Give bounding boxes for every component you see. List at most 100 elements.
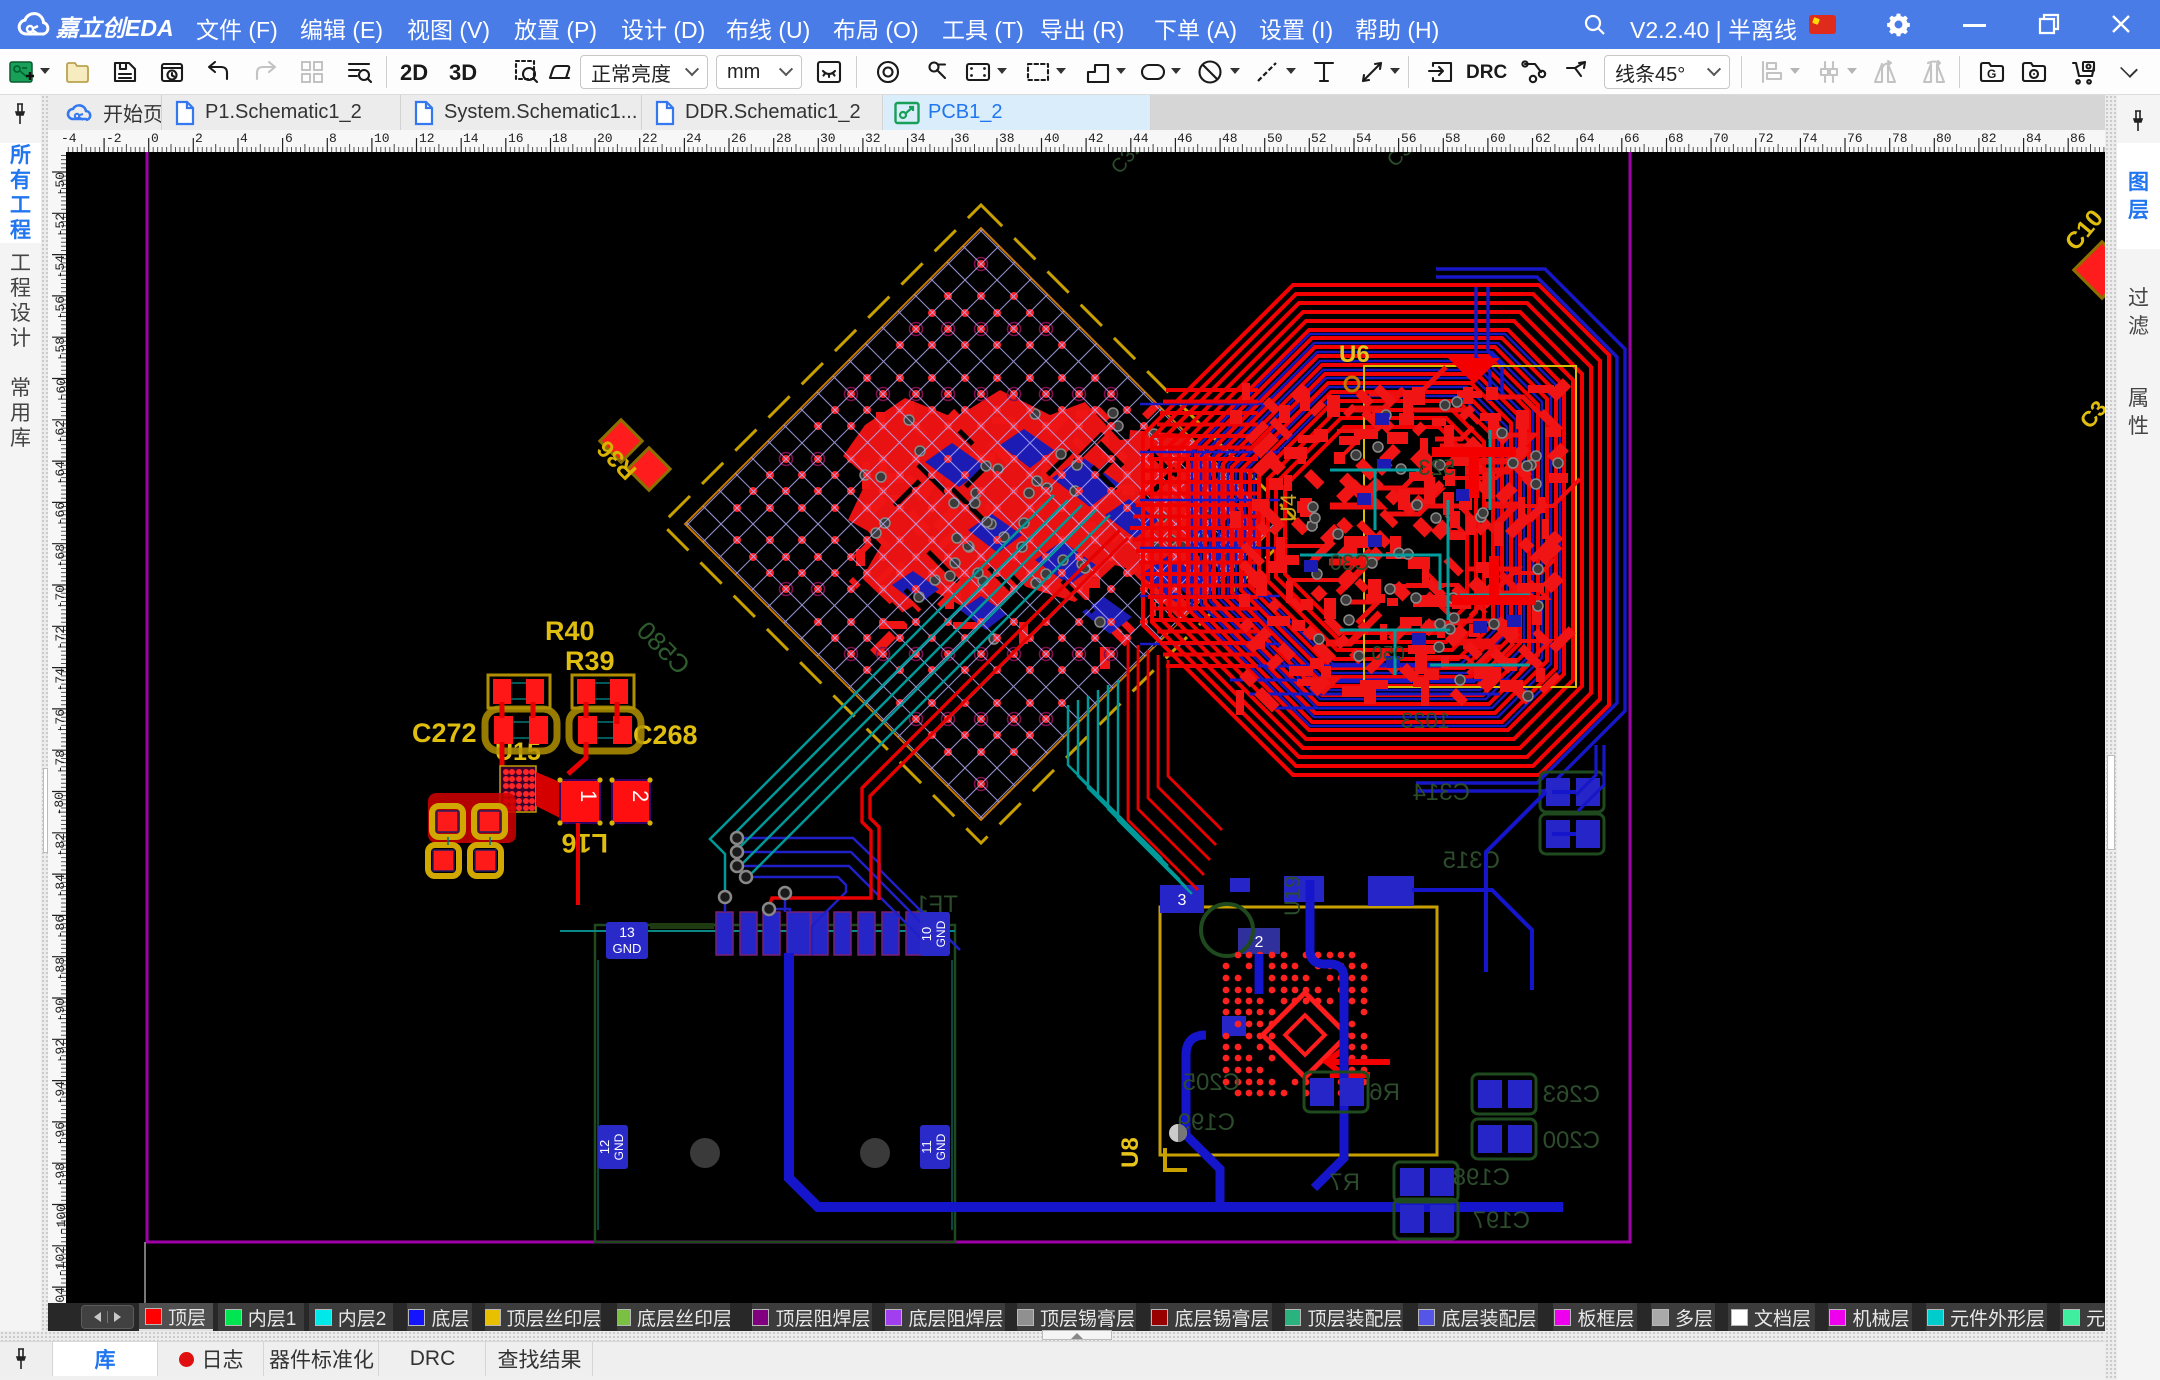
- svg-text:C263: C263: [1543, 1081, 1600, 1108]
- svg-text:8: 8: [329, 131, 337, 146]
- svg-text:13: 13: [619, 924, 635, 940]
- svg-text:-50: -50: [53, 172, 66, 195]
- svg-text:U19: U19: [1280, 876, 1305, 916]
- svg-text:10: 10: [374, 131, 390, 146]
- svg-text:-70: -70: [53, 585, 66, 608]
- svg-text:20: 20: [597, 131, 613, 146]
- svg-text:74: 74: [1802, 131, 1818, 146]
- svg-text:U6: U6: [1339, 341, 1370, 368]
- svg-text:-72: -72: [53, 626, 66, 649]
- svg-text:C197: C197: [1473, 1207, 1530, 1234]
- svg-text:-54: -54: [53, 255, 66, 279]
- svg-text:4: 4: [240, 131, 248, 146]
- svg-text:12: 12: [419, 131, 435, 146]
- svg-text:2: 2: [628, 790, 653, 802]
- svg-text:12: 12: [597, 1140, 612, 1154]
- svg-text:-56: -56: [53, 296, 66, 319]
- svg-text:58: 58: [1445, 131, 1461, 146]
- svg-text:22: 22: [642, 131, 658, 146]
- svg-text:C580: C580: [631, 615, 696, 680]
- svg-text:-82: -82: [53, 833, 66, 856]
- svg-text:-92: -92: [53, 1039, 66, 1062]
- svg-text:86: 86: [2070, 131, 2086, 146]
- svg-text:-98: -98: [53, 1163, 66, 1186]
- svg-text:80: 80: [1936, 131, 1952, 146]
- svg-text:-102: -102: [53, 1246, 66, 1277]
- svg-text:-52: -52: [53, 213, 66, 236]
- svg-text:62: 62: [1535, 131, 1551, 146]
- svg-text:-58: -58: [53, 337, 66, 360]
- svg-text:GND: GND: [934, 920, 948, 947]
- svg-text:72: 72: [1758, 131, 1774, 146]
- svg-text:R40: R40: [545, 616, 595, 646]
- svg-text:16: 16: [508, 131, 524, 146]
- svg-text:R6: R6: [1369, 1079, 1400, 1106]
- svg-text:38: 38: [999, 131, 1015, 146]
- svg-text:84: 84: [2026, 131, 2042, 146]
- svg-text:-88: -88: [53, 957, 66, 980]
- svg-text:18: 18: [552, 131, 568, 146]
- svg-text:C200: C200: [1543, 1127, 1600, 1154]
- svg-text:C314: C314: [1413, 779, 1470, 806]
- svg-text:R7: R7: [1329, 1169, 1360, 1196]
- svg-text:70: 70: [1713, 131, 1729, 146]
- svg-text:78: 78: [1892, 131, 1908, 146]
- svg-text:1023: 1023: [1401, 708, 1450, 733]
- svg-text:14: 14: [463, 131, 479, 146]
- svg-text:-68: -68: [53, 544, 66, 567]
- svg-text:L16: L16: [561, 828, 608, 858]
- svg-text:C34: C34: [1383, 152, 1425, 172]
- svg-text:42: 42: [1088, 131, 1104, 146]
- svg-text:34: 34: [910, 131, 926, 146]
- svg-text:10: 10: [919, 927, 934, 941]
- svg-text:-84: -84: [53, 874, 66, 898]
- svg-text:82: 82: [1981, 131, 1997, 146]
- svg-text:24: 24: [686, 131, 702, 146]
- svg-text:50: 50: [1267, 131, 1283, 146]
- svg-text:C272: C272: [412, 718, 477, 748]
- svg-text:GND: GND: [612, 1133, 626, 1160]
- svg-text:-64: -64: [53, 461, 66, 485]
- svg-text:28: 28: [776, 131, 792, 146]
- svg-text:GND: GND: [934, 1133, 948, 1160]
- svg-text:-78: -78: [53, 750, 66, 773]
- svg-text:G: G: [1987, 67, 1996, 81]
- svg-text:11: 11: [919, 1140, 934, 1154]
- svg-text:36: 36: [954, 131, 970, 146]
- svg-text:40: 40: [1044, 131, 1060, 146]
- svg-text:54: 54: [1356, 131, 1372, 146]
- svg-text:-104: -104: [53, 1287, 66, 1303]
- svg-text:C3: C3: [2075, 396, 2105, 434]
- svg-text:C205: C205: [1183, 1069, 1240, 1096]
- svg-text:-94: -94: [53, 1081, 66, 1105]
- svg-text:32: 32: [865, 131, 881, 146]
- svg-text:46: 46: [1177, 131, 1193, 146]
- svg-text:GND: GND: [613, 941, 642, 956]
- svg-text:-96: -96: [53, 1122, 66, 1145]
- svg-text:48: 48: [1222, 131, 1238, 146]
- svg-text:C30: C30: [1330, 550, 1370, 575]
- svg-text:-100: -100: [54, 1204, 66, 1235]
- svg-text:-90: -90: [53, 998, 66, 1021]
- svg-text:-80: -80: [52, 792, 66, 815]
- svg-text:-60: -60: [54, 378, 66, 401]
- svg-text:6: 6: [285, 131, 293, 146]
- svg-text:C320: C320: [1107, 152, 1155, 178]
- svg-text:30: 30: [820, 131, 836, 146]
- svg-text:26: 26: [731, 131, 747, 146]
- svg-text:76: 76: [1847, 131, 1863, 146]
- svg-text:64: 64: [1579, 131, 1595, 146]
- svg-text:60: 60: [1490, 131, 1506, 146]
- svg-text:C198: C198: [1453, 1164, 1510, 1191]
- svg-text:68: 68: [1668, 131, 1684, 146]
- svg-text:1: 1: [576, 790, 601, 802]
- svg-text:-76: -76: [53, 709, 66, 732]
- svg-text:0: 0: [151, 131, 159, 146]
- svg-text:-86: -86: [53, 915, 66, 938]
- svg-text:C315: C315: [1443, 847, 1500, 874]
- svg-text:523: 523: [1418, 455, 1455, 480]
- svg-text:-74: -74: [53, 668, 66, 692]
- svg-text:2: 2: [1255, 934, 1264, 951]
- svg-text:-4: -4: [61, 131, 77, 146]
- svg-text:-2: -2: [106, 131, 122, 146]
